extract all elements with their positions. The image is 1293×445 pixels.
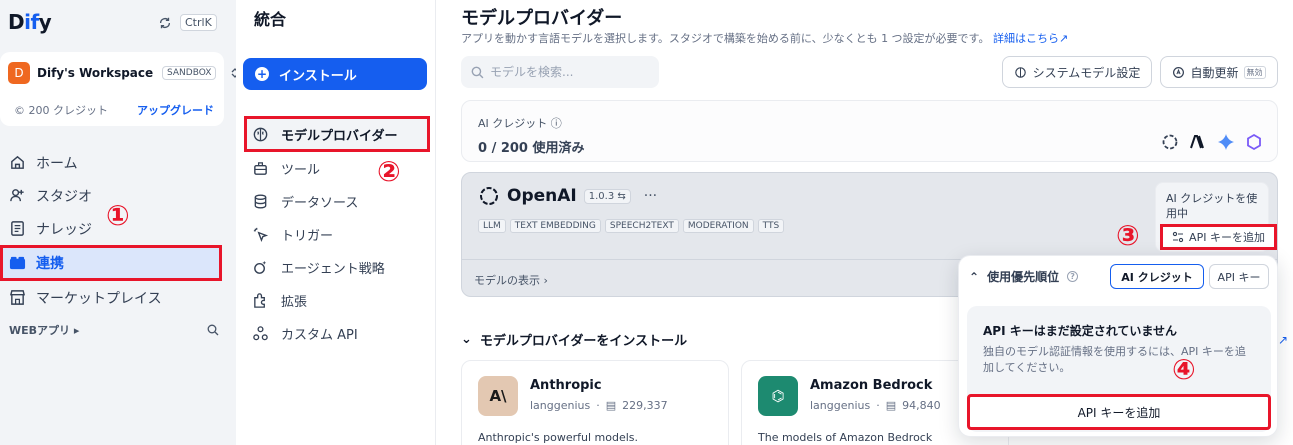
home-icon: [11, 155, 24, 169]
add-api-key-button-small[interactable]: API キーを追加: [1160, 224, 1277, 250]
plan-badge: SANDBOX: [162, 66, 217, 80]
install-provider-section[interactable]: ⌄ モデルプロバイダーをインストール: [461, 330, 687, 349]
cursor-click-icon: [253, 227, 269, 243]
plus-icon: +: [255, 67, 269, 81]
tag: LLM: [478, 219, 506, 233]
knowledge-icon: [11, 221, 24, 236]
brain-icon: [1014, 66, 1026, 78]
show-models-link[interactable]: モデルの表示 ›: [474, 272, 548, 288]
gemini-logo-icon: [1218, 134, 1234, 150]
api-key-popover: ⌃ 使用優先順位 ? AI クレジット API キー API キーはまだ設定され…: [958, 255, 1278, 437]
provider-card-anthropic[interactable]: A\ Anthropic langgenius · ▤ 229,337 Anthro…: [461, 360, 729, 445]
annotation-4: ④: [1172, 353, 1196, 386]
system-model-settings-button[interactable]: システムモデル設定: [1002, 56, 1152, 88]
external-link-icon[interactable]: ↗: [1278, 333, 1288, 347]
custom-api-icon: [253, 326, 268, 341]
refresh-icon[interactable]: [158, 16, 172, 30]
add-api-key-button[interactable]: API キーを追加: [967, 394, 1271, 430]
annotation-1: ①: [106, 199, 130, 232]
ai-credit-card: AI クレジット ⓘ 0 / 200 使用済み: [461, 100, 1278, 162]
key-settings-icon: [1172, 231, 1184, 243]
credit-count: © 200 クレジット: [14, 104, 108, 117]
priority-tab-credit[interactable]: AI クレジット: [1110, 264, 1204, 289]
sidebar-item-marketplace[interactable]: マーケットプレイス: [0, 281, 222, 314]
info-icon: ⓘ: [550, 117, 562, 130]
anthropic-logo-icon: A\: [478, 376, 518, 416]
marketplace-icon: [9, 290, 26, 305]
auto-update-status: 無効: [1243, 65, 1266, 79]
search-icon: [471, 66, 484, 78]
chevron-down-icon: ⌄: [461, 332, 472, 347]
model-search[interactable]: [461, 56, 659, 88]
anthropic-logo-icon: [1190, 135, 1204, 149]
details-link[interactable]: 詳細はこちら↗: [993, 32, 1068, 45]
capability-tags: LLM TEXT EMBEDDING SPEECH2TEXT MODERATIO…: [478, 219, 785, 233]
tag: MODERATION: [682, 219, 754, 233]
database-icon: [254, 194, 267, 209]
bedrock-logo-icon: ⌬: [758, 376, 798, 416]
auto-update-button[interactable]: 自動更新 無効: [1160, 56, 1278, 88]
download-icon: ▤: [885, 399, 897, 412]
version-badge[interactable]: 1.0.3 ⇆: [583, 188, 631, 204]
agent-icon: [254, 260, 267, 274]
nav-agent-strategy[interactable]: エージェント戦略: [244, 251, 430, 284]
tag: TEXT EMBEDDING: [509, 219, 601, 233]
upgrade-link[interactable]: アップグレード: [137, 102, 214, 118]
nav-datasource[interactable]: データソース: [244, 185, 430, 218]
workspace-card[interactable]: D Dify's Workspace SANDBOX © 200 クレジット ア…: [0, 52, 239, 126]
integration-icon: [9, 256, 26, 269]
nav-model-provider[interactable]: モデルプロバイダー: [244, 116, 430, 152]
page-description: アプリを動かす言語モデルを選択します。スタジオで構築を始める前に、少なくとも 1…: [461, 32, 1069, 45]
llm-logo-icon: [1247, 133, 1261, 151]
puzzle-icon: [254, 293, 265, 308]
tag: TTS: [757, 219, 785, 233]
sidebar-item-home[interactable]: ホーム: [0, 146, 222, 179]
workspace-avatar: D: [8, 62, 30, 84]
api-key-description: 独自のモデル認証情報を使用するには、API キーを追加してください。: [983, 345, 1246, 374]
workspace-name: Dify's Workspace: [37, 66, 154, 80]
openai-logo-icon: [480, 187, 498, 205]
annotation-2: ②: [377, 155, 401, 188]
more-icon[interactable]: ···: [644, 188, 657, 204]
nav-custom-api[interactable]: カスタム API: [244, 317, 430, 350]
help-icon[interactable]: ?: [1067, 271, 1079, 282]
openai-logo-icon: [1162, 134, 1178, 150]
brain-icon: [253, 127, 268, 141]
install-button[interactable]: + インストール: [243, 58, 427, 90]
studio-icon: [10, 189, 24, 202]
nav-trigger[interactable]: トリガー: [244, 218, 430, 251]
download-icon: ▤: [605, 399, 617, 412]
provider-name: OpenAI: [507, 186, 577, 206]
search-shortcut[interactable]: CtrlK: [180, 14, 217, 31]
nav-extension[interactable]: 拡張: [244, 284, 430, 317]
chevrons-up-icon: ⌃: [969, 269, 980, 284]
annotation-3: ③: [1116, 219, 1140, 252]
auto-update-icon: [1173, 66, 1185, 78]
search-icon[interactable]: [207, 324, 219, 336]
priority-tab-api[interactable]: API キー: [1209, 264, 1269, 289]
integration-panel: 統合 + インストール モデルプロバイダー ツール データソース トリガー エー…: [236, 0, 436, 445]
tag: SPEECH2TEXT: [604, 219, 679, 233]
web-app-section[interactable]: WEBアプリ ▸: [9, 322, 219, 338]
dify-logo[interactable]: Dify: [8, 10, 52, 34]
ai-credit-usage: 0 / 200 使用済み: [478, 141, 585, 156]
tool-icon: [254, 162, 267, 175]
nav-tools[interactable]: ツール: [244, 152, 430, 185]
page-title: モデルプロバイダー: [461, 8, 623, 29]
sidebar-item-integration[interactable]: 連携: [0, 245, 222, 281]
search-input[interactable]: [490, 65, 650, 79]
panel-title: 統合: [254, 10, 287, 29]
api-key-warning: API キーはまだ設定されていません: [983, 324, 1178, 338]
